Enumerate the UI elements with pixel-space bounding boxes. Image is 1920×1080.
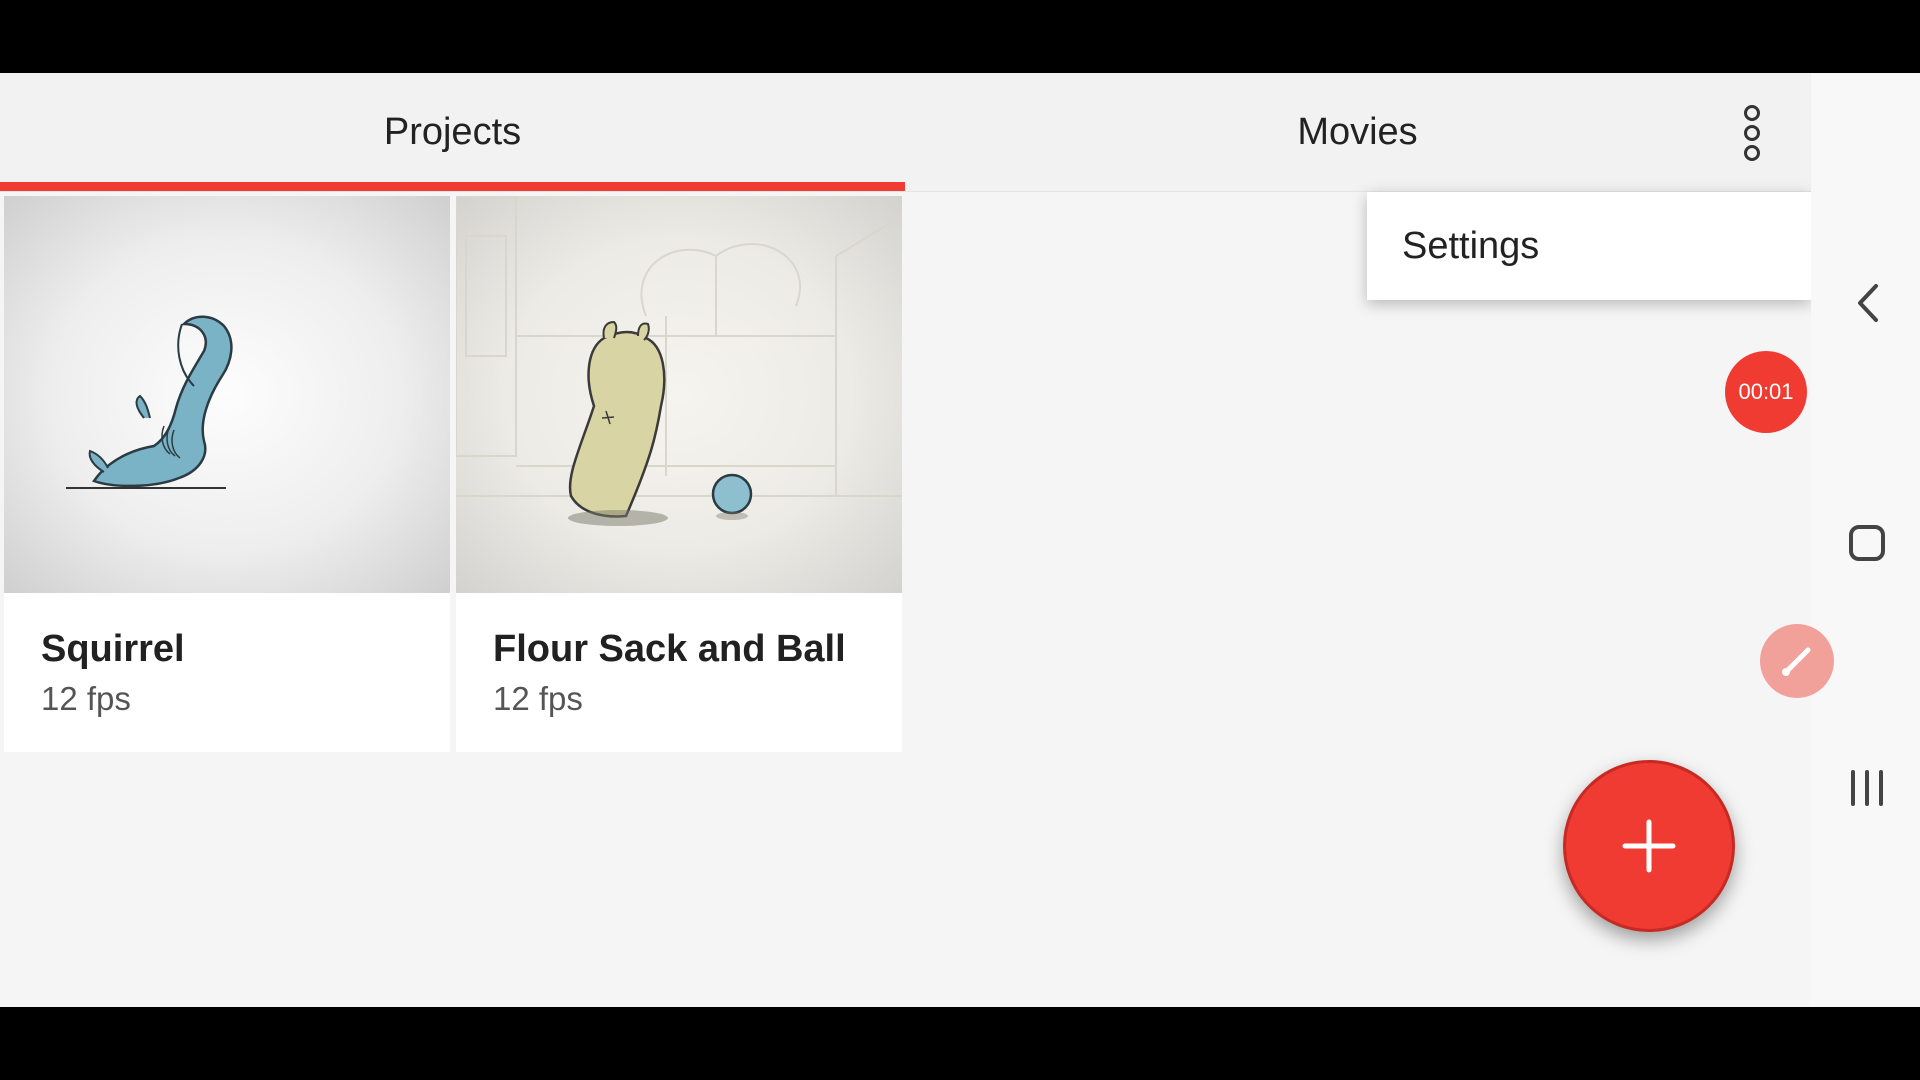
tab-movies[interactable]: Movies <box>905 73 1810 191</box>
project-title: Squirrel <box>41 628 185 670</box>
overflow-menu: Settings <box>1367 192 1811 300</box>
recents-icon[interactable] <box>1847 768 1887 808</box>
chevron-left-icon[interactable] <box>1854 282 1882 324</box>
recording-timer[interactable]: 00:01 <box>1725 351 1807 433</box>
home-icon[interactable] <box>1849 525 1885 561</box>
app-screen: Projects Movies Squirrel 12 fps Flour Sa… <box>0 73 1920 1007</box>
tab-movies-label: Movies <box>1297 110 1418 153</box>
project-fps: 12 fps <box>41 680 131 717</box>
project-card[interactable]: Flour Sack and Ball 12 fps <box>456 196 902 752</box>
tab-projects-label: Projects <box>383 110 522 153</box>
plus-icon <box>1622 819 1676 873</box>
squirrel-thumbnail <box>4 196 450 593</box>
project-fps: 12 fps <box>493 680 583 717</box>
more-vert-icon[interactable] <box>1732 101 1772 165</box>
tab-selected-indicator <box>0 182 905 191</box>
project-card[interactable]: Squirrel 12 fps <box>4 196 450 752</box>
project-title: Flour Sack and Ball <box>493 628 846 670</box>
tab-projects[interactable]: Projects <box>0 73 905 191</box>
menu-item-settings[interactable]: Settings <box>1402 192 1539 300</box>
tab-bar: Projects Movies <box>0 73 1811 192</box>
brush-icon[interactable] <box>1760 624 1834 698</box>
add-project-button[interactable] <box>1563 760 1735 932</box>
flour-sack-thumbnail <box>456 196 902 593</box>
